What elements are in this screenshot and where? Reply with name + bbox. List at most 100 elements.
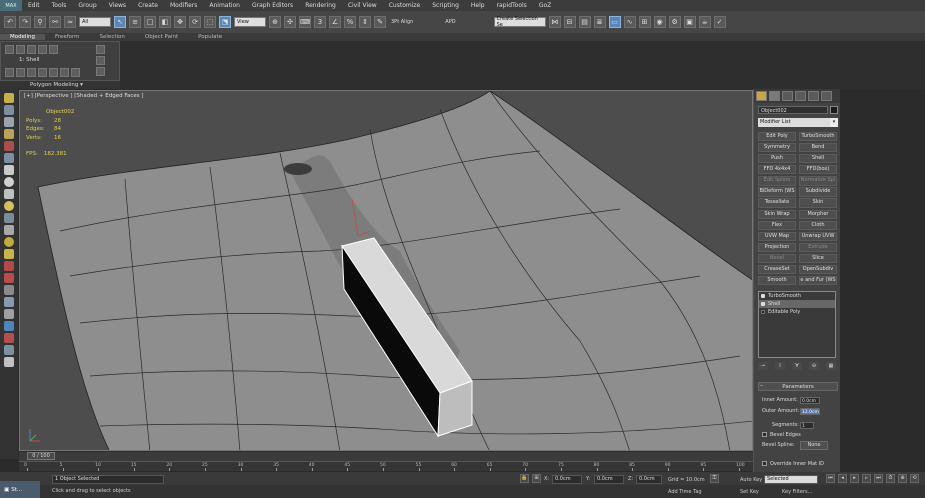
dynamics-icon[interactable] — [4, 273, 14, 283]
rendered-frame-icon[interactable]: ▣ — [683, 16, 696, 28]
ribbon-tool-7-icon[interactable] — [71, 68, 80, 77]
bevel-spline-button[interactable]: None — [800, 441, 828, 450]
omni-light-icon[interactable] — [4, 237, 14, 247]
target-light-icon[interactable] — [4, 249, 14, 259]
select-rotate-icon[interactable]: ⟳ — [189, 16, 201, 28]
modifier-button[interactable]: Tessellate — [758, 198, 796, 208]
ribbon-side-2-icon[interactable] — [96, 56, 105, 65]
create-icon[interactable] — [4, 93, 14, 103]
y-coordinate-field[interactable]: 0.0cm — [594, 475, 624, 484]
configure-sets-icon[interactable]: ▦ — [826, 362, 836, 370]
stack-bulb-icon[interactable] — [761, 310, 765, 314]
lock-icon[interactable] — [4, 357, 14, 367]
ribbon-polygon-icon[interactable] — [38, 45, 47, 54]
selection-filter-dropdown[interactable]: All — [79, 17, 111, 27]
ribbon-tab-object-paint[interactable]: Object Paint — [135, 34, 188, 40]
unlink-icon[interactable]: ⚯ — [49, 16, 61, 28]
remove-modifier-icon[interactable]: ⊖ — [809, 362, 819, 370]
nodes-icon[interactable] — [4, 309, 14, 319]
modifier-button[interactable]: Skin — [799, 198, 837, 208]
select-object-icon[interactable]: ↖ — [114, 16, 126, 28]
material-editor-icon[interactable]: ◉ — [653, 16, 666, 28]
ribbon-tool-6-icon[interactable] — [60, 68, 69, 77]
stack-item[interactable]: TurboSmooth — [759, 292, 835, 300]
time-slider-track[interactable] — [19, 452, 753, 461]
parameters-rollout-header[interactable]: Parameters — [758, 382, 838, 391]
show-end-result-icon[interactable]: Ⅰ — [775, 362, 785, 370]
ribbon-tab-selection[interactable]: Selection — [90, 34, 135, 40]
override-inner-mat-checkbox[interactable] — [762, 461, 767, 466]
perspective-viewport[interactable]: [+] [Perspective ] [Shaded + Edged Faces… — [19, 90, 753, 451]
pivot-center-icon[interactable]: ⊕ — [269, 16, 281, 28]
viewport-label[interactable]: [+] [Perspective ] [Shaded + Edged Faces… — [24, 93, 144, 99]
ribbon-side-3-icon[interactable] — [96, 67, 105, 76]
x-coordinate-field[interactable]: 0.0cm — [552, 475, 582, 484]
snaps-toggle-icon[interactable]: 3 — [314, 16, 326, 28]
redo-icon[interactable]: ↷ — [19, 16, 31, 28]
ribbon-side-1-icon[interactable] — [96, 45, 105, 54]
menu-create[interactable]: Create — [132, 2, 164, 9]
ribbon-vertex-icon[interactable] — [5, 45, 14, 54]
play-icon[interactable]: ▸ — [850, 474, 859, 483]
ribbon-border-icon[interactable] — [27, 45, 36, 54]
select-move-icon[interactable]: ✥ — [174, 16, 186, 28]
modifier-button[interactable]: TurboSmooth — [799, 132, 837, 142]
modifier-button[interactable]: Extrude — [799, 242, 837, 252]
ribbon-tab-modeling[interactable]: Modeling — [0, 34, 46, 40]
network-icon[interactable] — [4, 297, 14, 307]
ribbon-tool-5-icon[interactable] — [49, 68, 58, 77]
bevel-edges-checkbox[interactable] — [762, 432, 767, 437]
mirror-icon[interactable]: ⋈ — [548, 16, 561, 28]
stack-bulb-icon[interactable] — [761, 302, 765, 306]
menu-civil-view[interactable]: Civil View — [342, 2, 383, 9]
goto-end-icon[interactable]: ⏭ — [874, 474, 883, 483]
box-icon[interactable] — [4, 165, 14, 175]
modifier-button[interactable]: CreaseSet — [758, 264, 796, 275]
modifier-button[interactable]: FFD 4x4x4 — [758, 165, 796, 175]
link-icon[interactable]: ⚲ — [34, 16, 46, 28]
ribbon-tool-2-icon[interactable] — [16, 68, 25, 77]
modifier-button[interactable]: e and Fur (WS — [799, 276, 837, 286]
stack-bulb-icon[interactable] — [761, 294, 765, 298]
select-by-name-icon[interactable]: ≡ — [129, 16, 141, 28]
modifier-button[interactable]: Edit Poly — [758, 132, 796, 142]
time-config-icon[interactable]: ⏱ — [886, 474, 895, 483]
z-coordinate-field[interactable]: 0.0cm — [636, 475, 662, 484]
reference-coordinate-dropdown[interactable]: View — [234, 17, 266, 27]
wire-icon[interactable] — [4, 285, 14, 295]
menu-help[interactable]: Help — [465, 2, 491, 9]
ribbon-tool-3-icon[interactable] — [27, 68, 36, 77]
key-filters-button[interactable]: Key Filters... — [782, 489, 812, 495]
lock-selection-icon[interactable]: 🔒 — [520, 474, 529, 483]
placement-icon[interactable]: ⬔ — [219, 16, 231, 28]
modifier-button[interactable]: Smooth — [758, 276, 796, 286]
set-key-button[interactable]: Set Key — [740, 489, 759, 495]
display-tab-icon[interactable] — [808, 91, 819, 101]
time-slider[interactable]: 0 / 100 — [27, 452, 55, 460]
segments-field[interactable]: 1 — [800, 422, 814, 429]
menu-tools[interactable]: Tools — [46, 2, 73, 9]
hierarchy-tab-icon[interactable] — [782, 91, 793, 101]
curve-editor-icon[interactable]: ∿ — [623, 16, 636, 28]
menu-modifiers[interactable]: Modifiers — [164, 2, 203, 9]
bind-space-warp-icon[interactable]: ≈ — [64, 16, 76, 28]
modify-tab-icon[interactable] — [769, 91, 780, 101]
ribbon-footer[interactable]: Polygon Modeling ▾ — [0, 81, 120, 89]
object-name-field[interactable]: Object002 — [758, 106, 828, 114]
modifier-button[interactable]: Bevel — [758, 253, 796, 264]
render-production-icon[interactable]: ☕ — [698, 16, 711, 28]
modifier-button[interactable]: Shell — [799, 154, 837, 164]
menu-views[interactable]: Views — [103, 2, 132, 9]
modifier-button[interactable]: Cloth — [799, 220, 837, 230]
modifier-button[interactable]: Normalize Spl — [799, 176, 837, 186]
rectangular-selection-icon[interactable]: □ — [144, 16, 156, 28]
menu-group[interactable]: Group — [72, 2, 102, 9]
three-point-align-label[interactable]: 3Pt Align — [389, 19, 415, 25]
modifier-button[interactable]: Slice — [799, 253, 837, 264]
ribbon-element-icon[interactable] — [49, 45, 58, 54]
zoom-extents-icon[interactable]: ⊕ — [898, 474, 907, 483]
cone-icon[interactable] — [4, 225, 14, 235]
camera-icon[interactable] — [4, 141, 14, 151]
object-color-swatch[interactable] — [830, 106, 838, 114]
render-active-icon[interactable]: ✓ — [713, 16, 726, 28]
